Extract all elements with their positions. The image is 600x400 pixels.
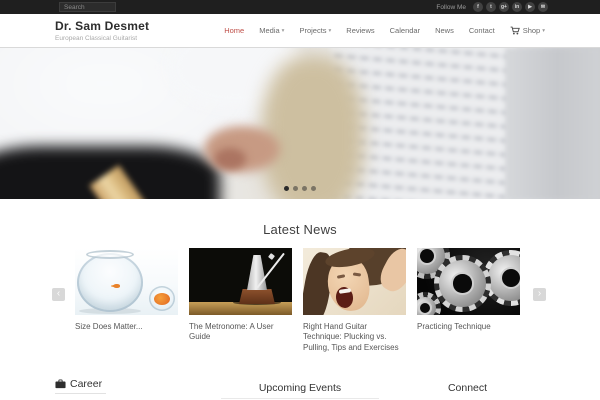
metronome-photo bbox=[189, 248, 292, 315]
nav-item-news[interactable]: News bbox=[435, 26, 454, 35]
news-card-title[interactable]: The Metronome: A User Guide bbox=[189, 322, 292, 343]
nav-item-home[interactable]: Home bbox=[224, 26, 244, 35]
fishbowls-photo bbox=[75, 248, 178, 315]
main-nav: Home Media Projects Reviews Calendar New… bbox=[224, 14, 545, 47]
page: Follow Me f t g+ in ▶ ✉ Dr. Sam Desmet E… bbox=[0, 0, 600, 400]
youtube-icon[interactable]: ▶ bbox=[525, 2, 535, 12]
nav-item-shop[interactable]: Shop bbox=[510, 26, 545, 35]
twitter-icon[interactable]: t bbox=[486, 2, 496, 12]
site-title: Dr. Sam Desmet bbox=[55, 19, 150, 33]
connect-heading: Connect bbox=[447, 382, 488, 394]
carousel-dot-3[interactable] bbox=[302, 186, 307, 191]
news-card-practicing[interactable]: Practicing Technique bbox=[417, 248, 520, 353]
email-icon[interactable]: ✉ bbox=[538, 2, 548, 12]
news-card-row: Size Does Matter... The Metronome: A Use… bbox=[75, 248, 520, 353]
news-card-title[interactable]: Size Does Matter... bbox=[75, 322, 178, 332]
news-card-title[interactable]: Right Hand Guitar Technique: Plucking vs… bbox=[303, 322, 406, 353]
search-input[interactable] bbox=[59, 2, 116, 12]
carousel-dot-2[interactable] bbox=[293, 186, 298, 191]
news-card-fishbowls[interactable]: Size Does Matter... bbox=[75, 248, 178, 353]
social-links: f t g+ in ▶ ✉ bbox=[473, 2, 548, 12]
nav-item-media[interactable]: Media bbox=[259, 26, 284, 35]
carousel-dot-1[interactable] bbox=[284, 186, 289, 191]
screaming-woman-photo bbox=[303, 248, 406, 315]
nav-item-contact[interactable]: Contact bbox=[469, 26, 495, 35]
footer-widgets: Career Upcoming Events Connect bbox=[0, 372, 600, 400]
news-card-title[interactable]: Practicing Technique bbox=[417, 322, 520, 332]
cart-icon bbox=[510, 26, 520, 35]
gears-photo bbox=[417, 248, 520, 315]
hero-right-shade bbox=[505, 48, 600, 199]
nav-item-shop-label: Shop bbox=[522, 26, 541, 35]
carousel-dots bbox=[0, 186, 600, 191]
news-prev-arrow-icon[interactable] bbox=[52, 288, 65, 301]
nav-item-projects[interactable]: Projects bbox=[299, 26, 331, 35]
news-card-technique[interactable]: Right Hand Guitar Technique: Plucking vs… bbox=[303, 248, 406, 353]
nav-item-reviews[interactable]: Reviews bbox=[346, 26, 374, 35]
facebook-icon[interactable]: f bbox=[473, 2, 483, 12]
news-next-arrow-icon[interactable] bbox=[533, 288, 546, 301]
googleplus-icon[interactable]: g+ bbox=[499, 2, 509, 12]
site-tagline: European Classical Guitarist bbox=[55, 35, 138, 42]
news-card-metronome[interactable]: The Metronome: A User Guide bbox=[189, 248, 292, 353]
site-header: Dr. Sam Desmet European Classical Guitar… bbox=[0, 14, 600, 47]
hero-thumb bbox=[214, 148, 246, 170]
events-divider bbox=[221, 398, 379, 399]
top-bar: Follow Me f t g+ in ▶ ✉ bbox=[0, 0, 600, 14]
follow-me-label: Follow Me bbox=[436, 4, 466, 11]
nav-item-calendar[interactable]: Calendar bbox=[390, 26, 420, 35]
carousel-dot-4[interactable] bbox=[311, 186, 316, 191]
upcoming-events-heading: Upcoming Events bbox=[258, 382, 342, 394]
linkedin-icon[interactable]: in bbox=[512, 2, 522, 12]
site-logo[interactable]: Dr. Sam Desmet European Classical Guitar… bbox=[55, 19, 149, 42]
hero-slider[interactable] bbox=[0, 47, 600, 199]
hero-trousers bbox=[262, 56, 364, 199]
footer-widget-connect: Connect bbox=[405, 378, 530, 396]
latest-news-heading: Latest News bbox=[263, 222, 337, 237]
